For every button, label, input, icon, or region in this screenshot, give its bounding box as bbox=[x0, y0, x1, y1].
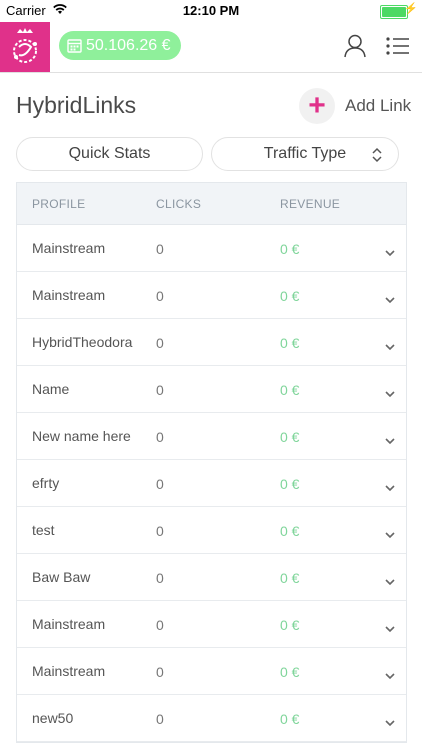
clicks-cell: 0 bbox=[156, 476, 164, 492]
balance-amount: 50.106.26 € bbox=[86, 36, 171, 54]
revenue-cell: 0 € bbox=[280, 664, 300, 680]
clicks-cell: 0 bbox=[156, 429, 164, 445]
table-row[interactable]: new50 0 0 € bbox=[17, 695, 406, 742]
revenue-cell: 0 € bbox=[280, 711, 300, 727]
add-link-label: Add Link bbox=[345, 96, 412, 115]
user-icon[interactable] bbox=[344, 34, 366, 63]
revenue-cell: 0 € bbox=[280, 335, 300, 351]
column-header-profile: PROFILE bbox=[32, 197, 86, 211]
profile-cell: New name here bbox=[32, 428, 131, 444]
chevron-down-icon[interactable] bbox=[385, 714, 395, 730]
table-row[interactable]: Name 0 0 € bbox=[17, 366, 406, 413]
chevron-down-icon[interactable] bbox=[385, 432, 395, 448]
clicks-cell: 0 bbox=[156, 241, 164, 257]
add-link-button[interactable]: + Add Link bbox=[299, 87, 411, 125]
profile-cell: efrty bbox=[32, 475, 60, 491]
table-row[interactable]: Mainstream 0 0 € bbox=[17, 648, 406, 695]
logo-icon[interactable] bbox=[0, 22, 50, 72]
column-header-revenue: REVENUE bbox=[280, 197, 341, 211]
chevron-down-icon[interactable] bbox=[385, 385, 395, 401]
profile-cell: Mainstream bbox=[32, 287, 106, 303]
chevron-down-icon[interactable] bbox=[385, 291, 395, 307]
profile-cell: Mainstream bbox=[32, 616, 106, 632]
revenue-cell: 0 € bbox=[280, 288, 300, 304]
clicks-cell: 0 bbox=[156, 288, 164, 304]
clicks-cell: 0 bbox=[156, 523, 164, 539]
profile-cell: Name bbox=[32, 381, 70, 397]
table-row[interactable]: test 0 0 € bbox=[17, 507, 406, 554]
table-row[interactable]: Mainstream 0 0 € bbox=[17, 225, 406, 272]
column-header-clicks: CLICKS bbox=[156, 197, 202, 211]
quick-stats-label: Quick Stats bbox=[68, 145, 151, 162]
traffic-type-label: Traffic Type bbox=[263, 145, 347, 162]
chevron-down-icon[interactable] bbox=[385, 244, 395, 260]
table-row[interactable]: Baw Baw 0 0 € bbox=[17, 554, 406, 601]
profile-cell: HybridTheodora bbox=[32, 334, 133, 350]
table-row[interactable]: Mainstream 0 0 € bbox=[17, 272, 406, 319]
chevron-down-icon[interactable] bbox=[385, 338, 395, 354]
revenue-cell: 0 € bbox=[280, 523, 300, 539]
chevron-down-icon[interactable] bbox=[385, 620, 395, 636]
table-row[interactable]: New name here 0 0 € bbox=[17, 413, 406, 460]
profile-cell: Baw Baw bbox=[32, 569, 91, 585]
chevron-down-icon[interactable] bbox=[385, 573, 395, 589]
profile-cell: Mainstream bbox=[32, 240, 106, 256]
clicks-cell: 0 bbox=[156, 570, 164, 586]
table-row[interactable]: Mainstream 0 0 € bbox=[17, 601, 406, 648]
profile-cell: new50 bbox=[32, 710, 74, 726]
clicks-cell: 0 bbox=[156, 382, 164, 398]
revenue-cell: 0 € bbox=[280, 570, 300, 586]
profile-cell: test bbox=[32, 522, 55, 538]
revenue-cell: 0 € bbox=[280, 617, 300, 633]
links-table: PROFILE CLICKS REVENUE Mainstream 0 0 € Mai… bbox=[16, 182, 407, 743]
chevron-down-icon[interactable] bbox=[385, 526, 395, 542]
charging-icon: ⚡ bbox=[404, 3, 418, 15]
page-title: HybridLinks bbox=[16, 92, 137, 118]
sort-icon bbox=[372, 147, 382, 163]
table-header: PROFILE CLICKS REVENUE bbox=[17, 183, 406, 225]
profile-cell: Mainstream bbox=[32, 663, 106, 679]
clicks-cell: 0 bbox=[156, 664, 164, 680]
clicks-cell: 0 bbox=[156, 335, 164, 351]
chevron-down-icon[interactable] bbox=[385, 479, 395, 495]
chevron-down-icon[interactable] bbox=[385, 667, 395, 683]
revenue-cell: 0 € bbox=[280, 382, 300, 398]
clicks-cell: 0 bbox=[156, 617, 164, 633]
revenue-cell: 0 € bbox=[280, 476, 300, 492]
plus-icon: + bbox=[299, 88, 335, 124]
clicks-cell: 0 bbox=[156, 711, 164, 727]
calendar-icon bbox=[67, 38, 82, 53]
revenue-cell: 0 € bbox=[280, 241, 300, 257]
revenue-cell: 0 € bbox=[280, 429, 300, 445]
app-header: 50.106.26 € bbox=[0, 22, 422, 73]
balance-badge[interactable]: 50.106.26 € bbox=[59, 31, 181, 60]
traffic-type-select[interactable]: Traffic Type bbox=[211, 137, 399, 171]
table-row[interactable]: efrty 0 0 € bbox=[17, 460, 406, 507]
table-row[interactable]: HybridTheodora 0 0 € bbox=[17, 319, 406, 366]
status-time: 12:10 PM bbox=[182, 3, 240, 18]
menu-icon[interactable] bbox=[386, 36, 410, 61]
quick-stats-button[interactable]: Quick Stats bbox=[16, 137, 203, 171]
status-bar: Carrier 12:10 PM ⚡ bbox=[0, 0, 422, 22]
